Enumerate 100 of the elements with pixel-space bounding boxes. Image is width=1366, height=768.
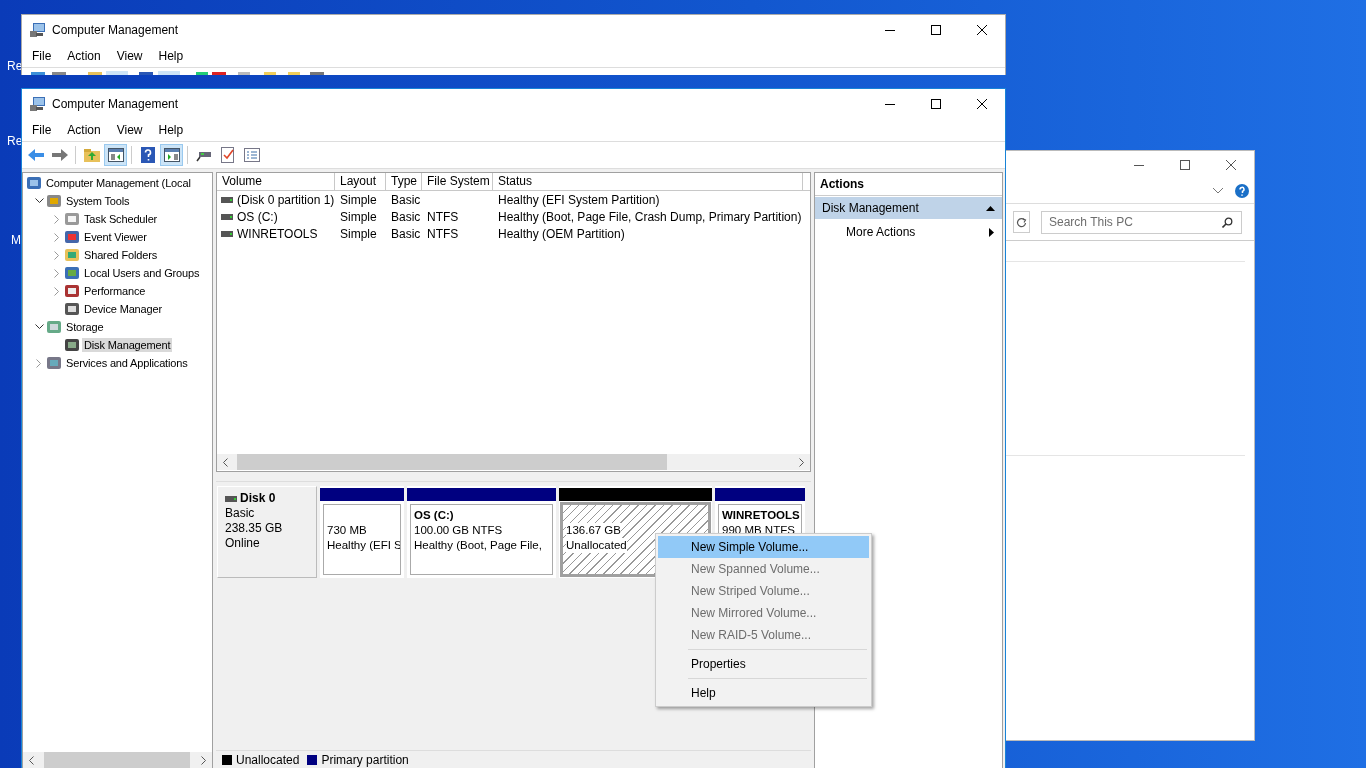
desktop-icon-label[interactable]: Re — [7, 134, 23, 148]
maximize-icon — [1180, 160, 1190, 170]
scroll-right-icon[interactable] — [799, 457, 805, 467]
expanded-chevron-icon[interactable] — [34, 324, 44, 330]
collapsed-chevron-icon[interactable] — [36, 358, 42, 368]
scroll-right-icon[interactable] — [201, 755, 207, 765]
maximize-icon — [931, 99, 941, 109]
close-icon — [977, 99, 987, 109]
legend-label: Primary partition — [321, 752, 409, 767]
back-arrow-icon — [27, 148, 44, 162]
panel-icon — [163, 148, 180, 162]
tree-item[interactable]: Performance — [82, 284, 148, 298]
partition-size: 136.67 GB — [566, 523, 621, 538]
partition-status: Healthy (Boot, Page File, — [414, 538, 542, 553]
partition-size: 730 MB — [327, 523, 367, 538]
table-cell: NTFS — [427, 209, 459, 224]
table-cell-text: Basic — [390, 226, 422, 241]
column-header[interactable]: File System — [422, 173, 493, 191]
tree-item[interactable]: Shared Folders — [82, 248, 160, 262]
collapsed-chevron-icon[interactable] — [54, 286, 60, 296]
maximize-icon — [931, 25, 941, 35]
search-icon — [1222, 216, 1233, 228]
column-header[interactable]: Layout — [335, 173, 386, 191]
close-icon — [1226, 160, 1236, 170]
tree-item[interactable]: Device Manager — [82, 302, 164, 316]
collapsed-chevron-icon[interactable] — [54, 268, 60, 278]
horizontal-scrollbar[interactable] — [23, 752, 212, 768]
menu-item[interactable]: Action — [59, 123, 109, 137]
actions-header: Actions — [815, 173, 1002, 196]
table-cell-text: Healthy (EFI System Partition) — [497, 192, 661, 207]
close-icon — [977, 25, 987, 35]
legend-label: Unallocated — [236, 752, 300, 767]
search-field[interactable]: Search This PC — [1041, 210, 1242, 234]
disk-status: Online — [225, 536, 261, 551]
context-menu-item[interactable]: Help — [658, 682, 869, 704]
forward-arrow-icon — [51, 148, 68, 162]
disk-info-panel[interactable]: Disk 0 Basic 238.35 GB Online — [217, 486, 317, 578]
partition-block[interactable]: OS (C:) 100.00 GB NTFS Healthy (Boot, Page File, — [410, 504, 553, 575]
submenu-arrow-icon — [989, 227, 994, 237]
help-icon[interactable] — [1235, 184, 1249, 198]
refresh-icon — [1016, 216, 1027, 228]
table-cell: WINRETOOLS — [237, 226, 318, 241]
menu-item[interactable]: View — [108, 49, 151, 63]
expanded-chevron-icon[interactable] — [34, 198, 44, 204]
table-cell-text: Simple — [339, 226, 378, 241]
help-book-icon — [140, 147, 155, 163]
collapsed-chevron-icon[interactable] — [54, 250, 60, 260]
disk-size: 238.35 GB — [225, 521, 284, 536]
table-cell: OS (C:) — [237, 209, 278, 224]
menu-item[interactable]: Action — [59, 49, 109, 63]
chevron-down-icon[interactable] — [1213, 188, 1223, 194]
window-title: Computer Management — [52, 23, 179, 37]
computer-icon — [30, 96, 46, 112]
panel-icon — [107, 148, 124, 162]
desktop-icon-label[interactable]: Re — [7, 59, 23, 73]
disk-type: Basic — [225, 506, 256, 521]
table-cell-text: Basic — [390, 209, 422, 224]
partition-title: OS (C:) — [414, 508, 455, 523]
table-cell-text: Basic — [390, 192, 422, 207]
table-cell: (Disk 0 partition 1) — [237, 192, 335, 207]
tree-item[interactable]: Computer Management (Local — [44, 176, 193, 190]
toolbar-button[interactable] — [104, 144, 127, 166]
context-menu-item[interactable]: New Simple Volume... — [658, 536, 869, 558]
tree-item[interactable]: Event Viewer — [82, 230, 149, 244]
menu-item[interactable]: Help — [150, 123, 192, 137]
menu-item[interactable]: File — [24, 49, 60, 63]
table-cell-text: Simple — [339, 209, 378, 224]
menu-item[interactable]: View — [108, 123, 151, 137]
tree-item[interactable]: Storage — [64, 320, 106, 334]
partition-status: Unallocated — [566, 538, 627, 553]
properties-icon — [243, 148, 260, 162]
refresh-button[interactable] — [1013, 211, 1030, 233]
scroll-left-icon[interactable] — [28, 755, 34, 765]
menu-item[interactable]: File — [24, 123, 60, 137]
action-item[interactable]: More Actions — [815, 221, 1002, 243]
partition-title: WINRETOOLS — [722, 508, 798, 523]
collapsed-chevron-icon[interactable] — [54, 214, 60, 224]
table-cell-text: Healthy (Boot, Page File, Crash Dump, Primary Partition) — [497, 209, 803, 224]
column-header[interactable]: Type — [386, 173, 422, 191]
table-cell-text: Simple — [339, 192, 378, 207]
disk-name: Disk 0 — [240, 491, 276, 506]
partition-size: 100.00 GB NTFS — [414, 523, 503, 538]
scroll-left-icon[interactable] — [222, 457, 228, 467]
tree-item[interactable]: Services and Applications — [64, 356, 190, 370]
computer-icon — [26, 175, 42, 191]
tree-item[interactable]: Local Users and Groups — [82, 266, 202, 280]
horizontal-scrollbar[interactable] — [217, 454, 810, 470]
actions-section-header[interactable]: Disk Management — [815, 197, 1002, 219]
context-menu-item[interactable]: Properties — [658, 653, 869, 675]
table-cell: NTFS — [427, 226, 459, 241]
column-header[interactable]: Volume — [217, 173, 335, 191]
tree-item[interactable]: Task Scheduler — [82, 212, 160, 226]
checklist-icon — [220, 147, 235, 163]
desktop-icon-label[interactable]: M — [11, 233, 21, 247]
tree-item[interactable]: Disk Management — [82, 338, 173, 352]
menu-item[interactable]: Help — [150, 49, 192, 63]
column-header[interactable]: Status — [493, 173, 803, 191]
collapsed-chevron-icon[interactable] — [54, 232, 60, 242]
toolbar-button[interactable] — [160, 144, 183, 166]
tree-item[interactable]: System Tools — [64, 194, 132, 208]
